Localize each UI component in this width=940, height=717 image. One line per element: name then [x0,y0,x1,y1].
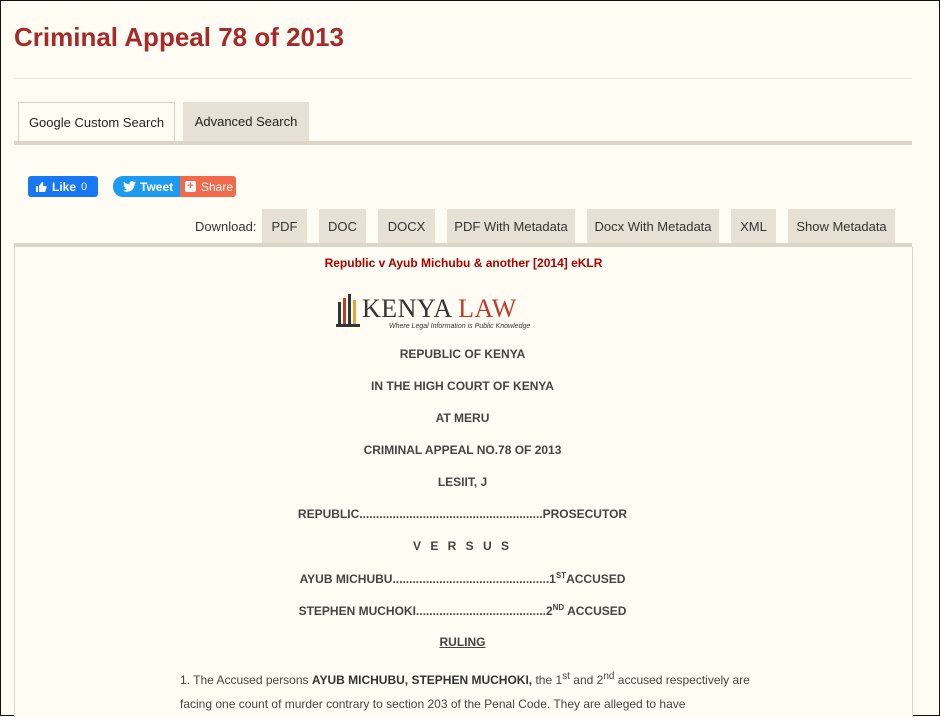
case-citation: Republic v Ayub Michubu & another [2014]… [324,256,603,270]
facebook-like-button[interactable]: Like 0 [28,176,98,197]
download-pdf-button[interactable]: PDF [262,209,307,244]
twitter-bird-icon [123,181,136,192]
like-label: Like [52,179,77,194]
divider [14,78,912,79]
like-count: 0 [81,180,88,193]
header-republic: REPUBLIC OF KENYA [399,347,526,361]
tweet-label: Tweet [140,179,174,194]
prosecutor-line: REPUBLIC................................… [297,507,628,521]
thumbs-up-icon [36,181,47,192]
accused-2-line: STEPHEN MUCHOKI.........................… [298,603,627,618]
tab-advanced-search[interactable]: Advanced Search [183,102,309,142]
download-doc-button[interactable]: DOC [319,209,366,244]
download-docx-metadata-button[interactable]: Docx With Metadata [587,209,719,244]
kenya-law-logo: KENYA LAW Where Legal Information is Pub… [336,292,548,336]
tab-google-custom-search[interactable]: Google Custom Search [18,102,175,142]
logo-wordmark: KENYA LAW [362,294,517,323]
paragraph-1: 1. The Accused persons AYUB MICHUBU, STE… [180,671,750,711]
download-docx-button[interactable]: DOCX [378,209,435,244]
page-title: Criminal Appeal 78 of 2013 [14,22,344,52]
pillars-icon [336,294,360,327]
ruling-heading: RULING [439,635,486,649]
download-pdf-metadata-button[interactable]: PDF With Metadata [447,209,575,244]
tweet-button[interactable]: Tweet [113,176,182,197]
header-court: IN THE HIGH COURT OF KENYA [371,379,554,393]
share-button[interactable]: + Share [180,176,236,197]
logo-tagline: Where Legal Information is Public Knowle… [389,323,531,330]
header-case-number: CRIMINAL APPEAL NO.78 OF 2013 [363,443,562,457]
plus-icon: + [185,181,196,192]
share-label: Share [201,179,234,194]
versus-line: V E R S U S [412,539,513,553]
tabs-divider [14,141,912,145]
accused-1-line: AYUB MICHUBU............................… [299,571,626,586]
download-label: Download: [195,219,257,234]
header-location: AT MERU [435,411,490,425]
show-metadata-button[interactable]: Show Metadata [788,209,895,244]
download-xml-button[interactable]: XML [731,209,776,244]
header-judge: LESIIT, J [437,475,488,489]
